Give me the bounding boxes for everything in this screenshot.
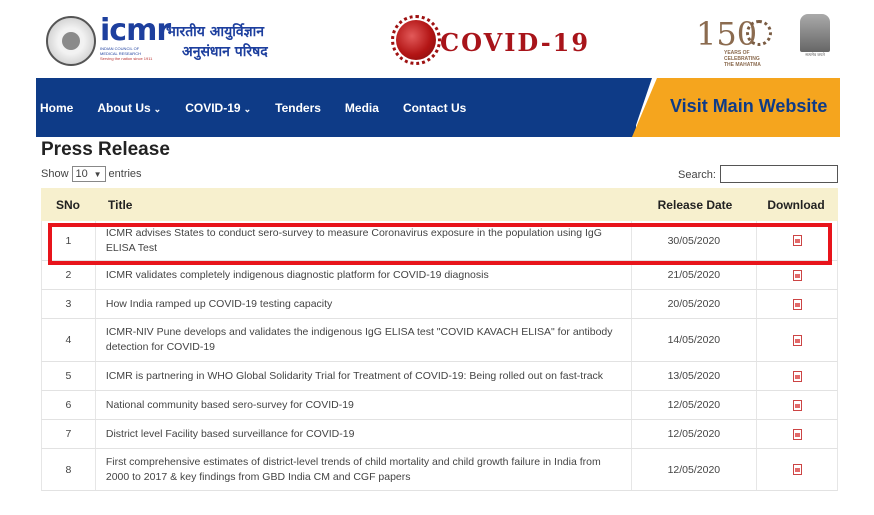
entries-control: Show 10 ▼ entries bbox=[41, 166, 142, 182]
table-row: 5 ICMR is partnering in WHO Global Solid… bbox=[41, 362, 838, 391]
pdf-download-icon[interactable] bbox=[792, 464, 802, 475]
national-emblem: सत्यमेव जयते bbox=[796, 14, 834, 70]
pdf-download-icon[interactable] bbox=[792, 399, 802, 411]
row-download[interactable] bbox=[757, 290, 837, 318]
pdf-download-icon[interactable] bbox=[792, 370, 802, 382]
row-sno: 7 bbox=[42, 420, 96, 448]
pdf-download-icon[interactable] bbox=[792, 334, 802, 346]
row-download[interactable] bbox=[757, 319, 837, 361]
row-release-date: 12/05/2020 bbox=[632, 449, 758, 490]
covid-banner-text: COVID-19 bbox=[440, 28, 591, 57]
row-download[interactable] bbox=[757, 449, 837, 490]
nav-item-about-us[interactable]: About Us ⌄ bbox=[97, 101, 161, 115]
emblem-caption: सत्यमेव जयते bbox=[805, 52, 825, 57]
table-header: SNo Title Release Date Download bbox=[41, 188, 838, 221]
row-release-date: 12/05/2020 bbox=[632, 391, 758, 419]
ashoka-emblem-icon bbox=[800, 14, 830, 52]
hindi-title: भारतीय आयुर्विज्ञान अनुसंधान परिषद bbox=[166, 22, 268, 62]
hindi-line-1: भारतीय आयुर्विज्ञान bbox=[166, 24, 265, 40]
header-download[interactable]: Download bbox=[758, 198, 838, 212]
entries-label: entries bbox=[108, 168, 142, 180]
row-download[interactable] bbox=[757, 391, 837, 419]
search-label: Search: bbox=[678, 169, 716, 181]
anniversary-logo: 150 YEARS OF CELEBRATING THE MAHATMA bbox=[696, 18, 772, 72]
row-sno: 5 bbox=[42, 362, 96, 390]
chevron-down-icon: ⌄ bbox=[153, 103, 162, 114]
row-sno: 6 bbox=[42, 391, 96, 419]
press-release-table: SNo Title Release Date Download 1 ICMR a… bbox=[41, 188, 838, 491]
row-sno: 8 bbox=[42, 449, 96, 490]
row-release-date: 21/05/2020 bbox=[632, 261, 758, 289]
nav-item-contact-us[interactable]: Contact Us bbox=[403, 101, 466, 115]
nav-item-label: About Us bbox=[97, 100, 151, 115]
row-release-date: 30/05/2020 bbox=[632, 221, 758, 260]
charkha-wheel-icon bbox=[746, 20, 772, 46]
icmr-logo-text: icmr bbox=[100, 13, 171, 48]
icmr-tagline: Serving the nation since 1911 bbox=[100, 56, 153, 61]
nav-item-label: Home bbox=[40, 100, 74, 115]
row-sno: 3 bbox=[42, 290, 96, 318]
pdf-download-icon[interactable] bbox=[792, 298, 802, 310]
entries-select-value: 10 bbox=[75, 168, 88, 180]
entries-select[interactable]: 10 ▼ bbox=[71, 166, 106, 182]
nav-menu: Home About Us ⌄ COVID-19 ⌄ Tenders Media C… bbox=[36, 78, 486, 137]
nav-item-tenders[interactable]: Tenders bbox=[275, 101, 321, 115]
pdf-download-icon[interactable] bbox=[792, 428, 802, 440]
table-row: 7 District level Facility based surveill… bbox=[41, 420, 838, 449]
header-sno[interactable]: SNo bbox=[41, 198, 95, 212]
table-row: 1 ICMR advises States to conduct sero-su… bbox=[41, 221, 838, 261]
row-title-link[interactable]: ICMR is partnering in WHO Global Solidar… bbox=[96, 362, 632, 390]
pdf-download-icon[interactable] bbox=[792, 235, 802, 246]
row-sno: 4 bbox=[42, 319, 96, 361]
table-row: 6 National community based sero-survey f… bbox=[41, 391, 838, 420]
hindi-line-2: अनुसंधान परिषद bbox=[182, 44, 268, 60]
row-title-link[interactable]: District level Facility based surveillan… bbox=[96, 420, 632, 448]
nav-item-label: Contact Us bbox=[402, 100, 467, 115]
nav-item-label: COVID-19 bbox=[185, 100, 241, 115]
nav-item-media[interactable]: Media bbox=[345, 101, 379, 115]
chevron-down-icon: ⌄ bbox=[243, 103, 252, 114]
show-label: Show bbox=[41, 168, 69, 180]
nav-item-label: Media bbox=[344, 100, 379, 115]
row-sno: 2 bbox=[42, 261, 96, 289]
row-title-link[interactable]: First comprehensive estimates of distric… bbox=[96, 449, 632, 490]
header-release-date[interactable]: Release Date bbox=[632, 198, 758, 212]
table-row: 8 First comprehensive estimates of distr… bbox=[41, 449, 838, 491]
search-input[interactable] bbox=[720, 165, 838, 183]
table-row: 2 ICMR validates completely indigenous d… bbox=[41, 261, 838, 290]
row-title-link[interactable]: National community based sero-survey for… bbox=[96, 391, 632, 419]
row-release-date: 12/05/2020 bbox=[632, 420, 758, 448]
row-title-link[interactable]: ICMR-NIV Pune develops and validates the… bbox=[96, 319, 632, 361]
row-release-date: 14/05/2020 bbox=[632, 319, 758, 361]
row-release-date: 13/05/2020 bbox=[632, 362, 758, 390]
chevron-down-icon: ▼ bbox=[93, 169, 102, 179]
row-title-link[interactable]: How India ramped up COVID-19 testing cap… bbox=[96, 290, 632, 318]
anniversary-line-3: THE MAHATMA bbox=[724, 62, 761, 68]
row-title-link[interactable]: ICMR advises States to conduct sero-surv… bbox=[96, 221, 632, 260]
nav-item-home[interactable]: Home bbox=[40, 101, 73, 115]
row-title-link[interactable]: ICMR validates completely indigenous dia… bbox=[96, 261, 632, 289]
page-title: Press Release bbox=[41, 139, 170, 160]
table-row: 3 How India ramped up COVID-19 testing c… bbox=[41, 290, 838, 319]
row-release-date: 20/05/2020 bbox=[632, 290, 758, 318]
icmr-logo[interactable]: icmr INDIAN COUNCIL OF MEDICAL RESEARCH … bbox=[100, 13, 171, 70]
icmr-emblem-icon bbox=[46, 16, 96, 66]
coronavirus-icon bbox=[391, 15, 441, 65]
visit-main-website-link[interactable]: Visit Main Website bbox=[670, 96, 827, 117]
row-download[interactable] bbox=[757, 362, 837, 390]
table-row: 4 ICMR-NIV Pune develops and validates t… bbox=[41, 319, 838, 362]
row-sno: 1 bbox=[42, 221, 96, 260]
pdf-download-icon[interactable] bbox=[792, 269, 802, 281]
nav-item-covid-19[interactable]: COVID-19 ⌄ bbox=[185, 101, 251, 115]
header-title[interactable]: Title bbox=[95, 198, 632, 212]
row-download[interactable] bbox=[757, 261, 837, 289]
nav-item-label: Tenders bbox=[275, 100, 321, 115]
site-header: icmr INDIAN COUNCIL OF MEDICAL RESEARCH … bbox=[36, 12, 840, 78]
row-download[interactable] bbox=[757, 420, 837, 448]
row-download[interactable] bbox=[757, 221, 837, 260]
